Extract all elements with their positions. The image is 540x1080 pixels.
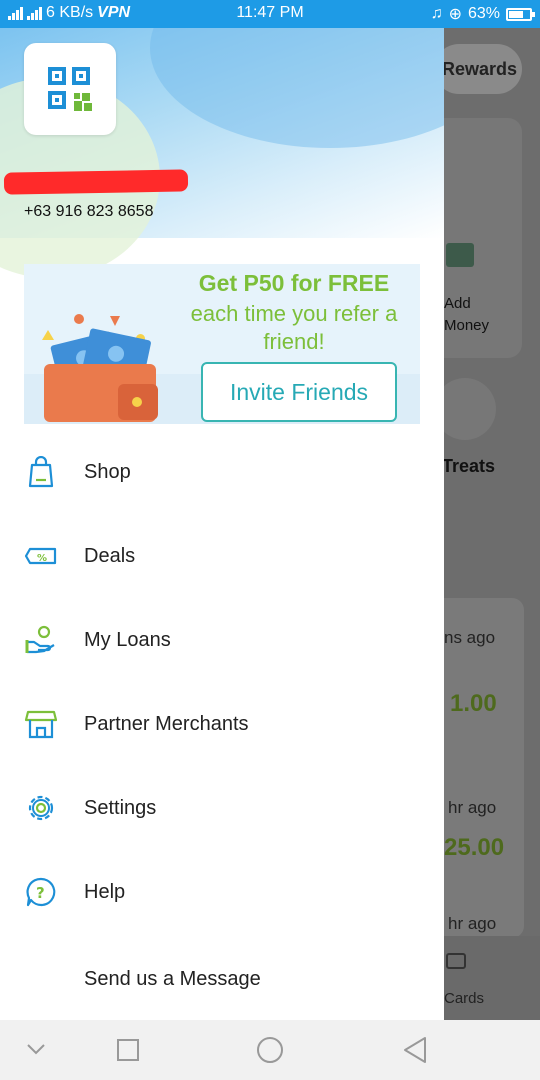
background-app: Rewards Add Money Treats ns ago 1.00 hr … <box>444 28 540 1020</box>
ticket-percent-icon: % <box>24 547 57 565</box>
navigation-drawer: +63 916 823 8658 Get P50 for FREE each t… <box>0 28 444 1020</box>
drawer-menu: Shop % Deals My Loans Partner Merchants <box>0 430 444 1018</box>
menu-item-label: Partner Merchants <box>84 712 249 735</box>
svg-text:%: % <box>37 553 47 564</box>
menu-item-my-loans[interactable]: My Loans <box>0 598 444 682</box>
invite-friends-button[interactable]: Invite Friends <box>201 362 397 422</box>
transactions-panel <box>444 598 524 938</box>
treats-label: Treats <box>444 456 496 476</box>
rewards-button: Rewards <box>444 44 522 94</box>
status-bar: 6 KB/s VPN 11:47 PM ♫ ⊕ 63% <box>0 0 540 28</box>
transaction-amount: 1.00 <box>450 690 497 717</box>
redacted-name <box>3 169 189 195</box>
hand-coin-icon <box>25 625 55 654</box>
rotation-lock-icon: ⊕ <box>448 6 462 23</box>
menu-item-label: Help <box>84 880 126 903</box>
battery-percent: 63% <box>467 5 500 22</box>
add-money-label: Add Money <box>444 295 490 334</box>
storefront-icon <box>24 710 58 739</box>
transaction-time: hr ago <box>448 798 497 817</box>
transaction-time: ns ago <box>444 628 496 647</box>
menu-item-label: My Loans <box>84 628 171 651</box>
qr-code-icon <box>48 67 92 111</box>
shopping-bag-icon <box>28 456 54 488</box>
chevron-down-icon[interactable] <box>26 1042 46 1056</box>
wallet-icon <box>44 364 158 422</box>
menu-item-label: Shop <box>84 460 131 483</box>
recent-apps-button[interactable] <box>116 1038 140 1062</box>
promo-subtitle: each time you refer a friend! <box>190 301 398 354</box>
bottom-tab-bar <box>444 936 540 1020</box>
menu-item-send-message[interactable]: Send us a Message <box>0 934 444 1018</box>
qr-code-button[interactable] <box>24 43 116 135</box>
promo-title: Get P50 for FREE <box>198 270 390 296</box>
gear-icon <box>28 795 54 821</box>
drawer-header: +63 916 823 8658 <box>0 28 444 278</box>
menu-item-partner-merchants[interactable]: Partner Merchants <box>0 682 444 766</box>
transaction-time: hr ago <box>448 914 497 933</box>
battery-icon <box>506 7 535 21</box>
home-button[interactable] <box>256 1036 284 1064</box>
menu-item-label: Settings <box>84 796 157 819</box>
phone-number: +63 916 823 8658 <box>24 203 154 220</box>
svg-text:?: ? <box>36 884 45 902</box>
back-button[interactable] <box>402 1036 428 1064</box>
menu-item-deals[interactable]: % Deals <box>0 514 444 598</box>
treats-icon <box>444 378 496 440</box>
menu-item-shop[interactable]: Shop <box>0 430 444 514</box>
cards-icon <box>446 953 466 969</box>
system-nav-bar <box>0 1020 540 1080</box>
menu-item-help[interactable]: ? Help <box>0 850 444 934</box>
menu-item-label: Send us a Message <box>84 968 261 990</box>
cards-tab-label: Cards <box>444 990 485 1007</box>
menu-item-label: Deals <box>84 544 136 567</box>
referral-banner[interactable]: Get P50 for FREE each time you refer a f… <box>24 264 420 424</box>
transaction-amount: 25.00 <box>444 834 505 861</box>
headphone-icon: ♫ <box>430 5 443 22</box>
add-money-icon <box>446 243 474 267</box>
menu-item-settings[interactable]: Settings <box>0 766 444 850</box>
question-icon: ? <box>26 877 56 907</box>
